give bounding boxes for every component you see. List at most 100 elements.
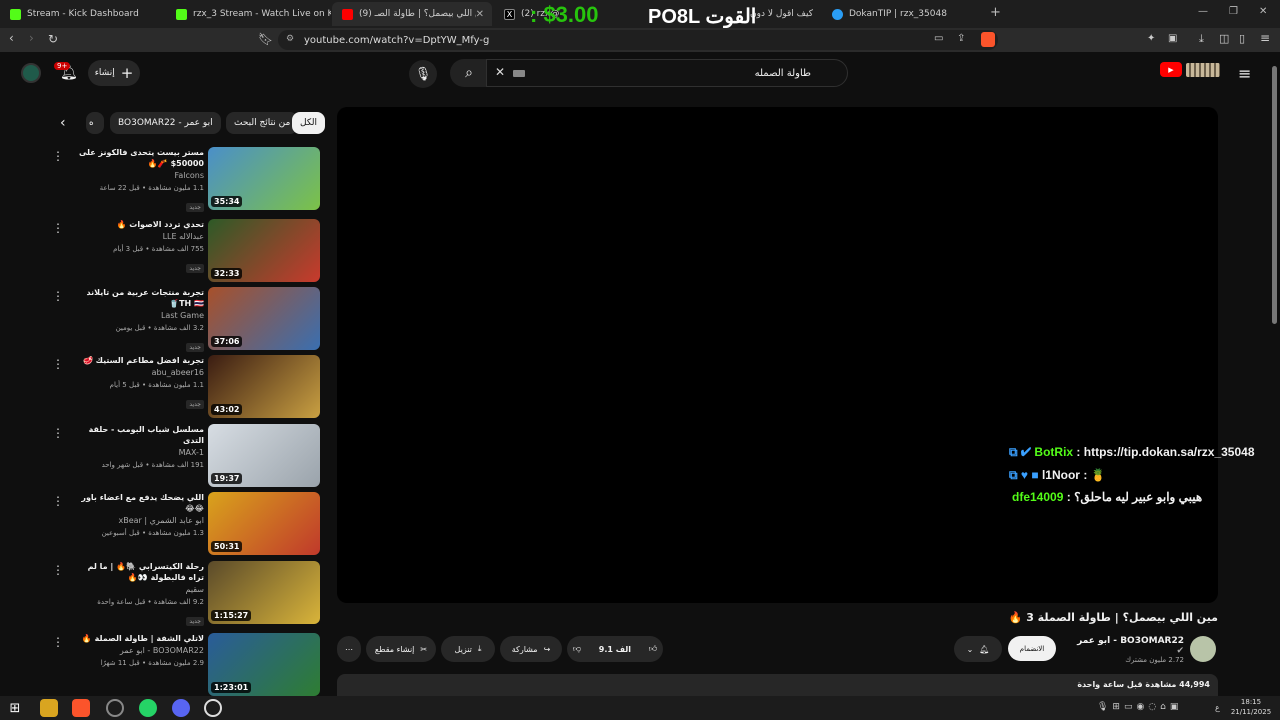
like-icon[interactable]: 👍︎ [649, 644, 657, 654]
recommendation-channel[interactable]: Last Game [72, 309, 204, 322]
join-button[interactable]: الانضمام [1008, 636, 1056, 661]
recommendation-item[interactable]: ⋮ لاتلي الشفة | طاولة الصملة 🔥 BO3OMAR22 -… [48, 633, 328, 699]
whatsapp-icon[interactable] [139, 699, 157, 717]
tab-dokantip[interactable]: DokanTIP | rzx_35048 [822, 2, 987, 26]
back-icon[interactable]: ‹ [9, 31, 14, 45]
forward-icon[interactable]: › [29, 31, 34, 45]
more-actions-button[interactable]: ⋯ [337, 636, 361, 662]
recommendation-item[interactable]: ⋮ تجربة افضل مطاعم الستيك 🥩 abu_abeer16 1.1… [48, 355, 328, 421]
more-options-icon[interactable]: ⋮ [52, 289, 64, 303]
keyboard-icon[interactable] [513, 70, 525, 77]
recommendation-channel[interactable]: BO3OMAR22 - ابو عمر [72, 644, 204, 657]
search-button[interactable]: ⌕ [450, 59, 488, 87]
chip-related[interactable]: من نتائج البحث [226, 112, 299, 134]
maximize-icon[interactable]: ❐ [1229, 6, 1238, 17]
create-button[interactable]: إنشاء + [88, 60, 140, 86]
recommendation-channel[interactable]: ابو عابد الشمري | xBear [72, 514, 204, 527]
more-options-icon[interactable]: ⋮ [52, 426, 64, 440]
search-input[interactable]: ✕ طاولة الصمله [486, 59, 848, 87]
minimize-icon[interactable]: — [1198, 6, 1208, 17]
recommendation-thumbnail[interactable]: 19:37 [208, 424, 320, 487]
recommendation-channel[interactable]: سقيم [72, 583, 205, 596]
more-options-icon[interactable]: ⋮ [52, 221, 64, 235]
new-tab-icon[interactable]: + [990, 5, 1001, 20]
clock[interactable]: 18:15 21/11/2025 [1228, 697, 1274, 717]
recommendation-channel[interactable]: Falcons [72, 169, 204, 182]
recommendation-thumbnail[interactable]: 43:02 [208, 355, 320, 418]
menu-icon[interactable]: ≡ [1260, 31, 1270, 45]
screenshot-icon[interactable]: ◫ [1219, 32, 1229, 45]
more-options-icon[interactable]: ⋮ [52, 563, 64, 577]
recommendation-channel[interactable]: عبدالاله LLE [72, 230, 204, 243]
recommendation-channel[interactable]: abu_abeer16 [72, 366, 204, 379]
system-tray-icons[interactable]: 🎙︎⊞▭◉◌⌂▣ [1097, 702, 1182, 712]
recommendation-item[interactable]: ⋮ مسلسل شباب البومب - حلقة التدى MAX-1 191 … [48, 424, 328, 490]
recommendation-thumbnail[interactable]: 37:06 [208, 287, 320, 350]
sidebar-icon[interactable]: ▯ [1239, 32, 1245, 45]
reload-icon[interactable]: ↻ [48, 32, 58, 46]
recommendation-thumbnail[interactable]: 32:33 [208, 219, 320, 282]
recommendation-title[interactable]: اللي يضحك يدفع مع اعضاء باور 😂😂 [72, 492, 204, 514]
recommendation-item[interactable]: ⋮ تحدي تردد الاصوات 🔥 عبدالاله LLE 755 الف … [48, 219, 328, 285]
subscribe-notifications-button[interactable]: ⌄ 🔔︎ [954, 636, 1002, 662]
language-indicator[interactable]: ع [1215, 703, 1220, 712]
windows-start-icon[interactable]: ⊞ [6, 699, 24, 717]
chip-channel[interactable]: BO3OMAR22 - ابو عمر [110, 112, 221, 134]
youtube-logo[interactable]: ▶ [1160, 62, 1220, 77]
recommendation-item[interactable]: ⋮ اللي يضحك يدفع مع اعضاء باور 😂😂 ابو عابد… [48, 492, 328, 558]
download-button[interactable]: تنزيل ⤓ [441, 636, 495, 662]
extensions-icon[interactable]: ✦ [1147, 33, 1155, 44]
brave-shields-icon[interactable] [981, 32, 995, 47]
discord-icon[interactable] [172, 699, 190, 717]
wallet-icon[interactable]: ▣ [1168, 33, 1177, 44]
channel-avatar[interactable] [1190, 636, 1216, 662]
download-icon[interactable]: ⤓ [1199, 32, 1204, 46]
share-icon[interactable]: ⇪ [957, 33, 965, 44]
close-tab-icon[interactable]: ✕ [476, 9, 484, 20]
clear-search-icon[interactable]: ✕ [495, 65, 505, 79]
avatar[interactable] [21, 63, 41, 83]
more-options-icon[interactable]: ⋮ [52, 357, 64, 371]
recommendation-item[interactable]: ⋮ مستر بيست يتحدى فالكونز على 50000$ 🧨🔥 Fa… [48, 147, 328, 213]
page-scrollbar[interactable] [1271, 56, 1278, 696]
bookmark-icon[interactable]: 🔖︎ [258, 32, 273, 46]
tab-youtube[interactable]: (9) مين اللي بيصمل؟ | طاولة الصـ ✕ [332, 2, 492, 26]
share-button[interactable]: مشاركة ↪ [500, 636, 562, 662]
chips-scroll-left-icon[interactable]: ‹ [60, 115, 66, 131]
recommendation-thumbnail[interactable]: 1:15:27 [208, 561, 320, 624]
recommendation-item[interactable]: ⋮ تجربة منتجات عربية من تايلاند TH 🇹🇭🥤 Las… [48, 287, 328, 353]
obs-icon[interactable] [106, 699, 124, 717]
chip-all[interactable]: الكل [292, 112, 326, 134]
video-player[interactable]: ⧉ ✔ BotRix : https://tip.dokan.sa/rzx_35… [337, 107, 1255, 603]
recommendation-thumbnail[interactable]: 50:31 [208, 492, 320, 555]
recommendation-title[interactable]: تجربة افضل مطاعم الستيك 🥩 [72, 355, 204, 366]
site-info-icon[interactable]: ⚙ [286, 34, 294, 44]
dislike-icon[interactable]: 👎︎ [573, 644, 581, 654]
voice-search-button[interactable]: 🎙︎ [409, 60, 437, 88]
hamburger-menu-icon[interactable]: ≡ [1238, 64, 1251, 83]
more-options-icon[interactable]: ⋮ [52, 149, 64, 163]
channel-name[interactable]: BO3OMAR22 - ابو عمر [1077, 636, 1184, 646]
cast-icon[interactable]: ▭ [934, 33, 943, 44]
steam-icon[interactable] [204, 699, 222, 717]
tab-kick-watch[interactable]: rzx_3 Stream - Watch Live on Kick [166, 2, 331, 26]
file-explorer-icon[interactable] [40, 699, 58, 717]
tab-kick-dashboard[interactable]: Stream - Kick Dashboard [0, 2, 165, 26]
close-window-icon[interactable]: ✕ [1259, 6, 1267, 17]
recommendation-title[interactable]: مستر بيست يتحدى فالكونز على 50000$ 🧨🔥 [72, 147, 204, 169]
recommendation-title[interactable]: تحدي تردد الاصوات 🔥 [72, 219, 204, 230]
url-field[interactable]: ⚙ youtube.com/watch?v=DptYW_Mfy-g [278, 30, 998, 50]
recommendation-thumbnail[interactable]: 35:34 [208, 147, 320, 210]
scrollbar-thumb[interactable] [1272, 66, 1277, 324]
clip-button[interactable]: إنشاء مقطع ✂ [366, 636, 436, 662]
recommendation-title[interactable]: رحلة الكيتسرابي 🐘🔥 | ما لم تراه فالبطولة… [72, 561, 204, 583]
recommendation-thumbnail[interactable]: 1:23:01 [208, 633, 320, 696]
recommendation-item[interactable]: ⋮ رحلة الكيتسرابي 🐘🔥 | ما لم تراه فالبطول… [48, 561, 328, 627]
brave-browser-icon[interactable] [72, 699, 90, 717]
chip-more[interactable]: ه [86, 112, 104, 134]
recommendation-title[interactable]: لاتلي الشفة | طاولة الصملة 🔥 [72, 633, 204, 644]
more-options-icon[interactable]: ⋮ [52, 494, 64, 508]
recommendation-title[interactable]: مسلسل شباب البومب - حلقة التدى [72, 424, 204, 446]
more-options-icon[interactable]: ⋮ [52, 635, 64, 649]
recommendation-title[interactable]: تجربة منتجات عربية من تايلاند TH 🇹🇭🥤 [72, 287, 204, 309]
